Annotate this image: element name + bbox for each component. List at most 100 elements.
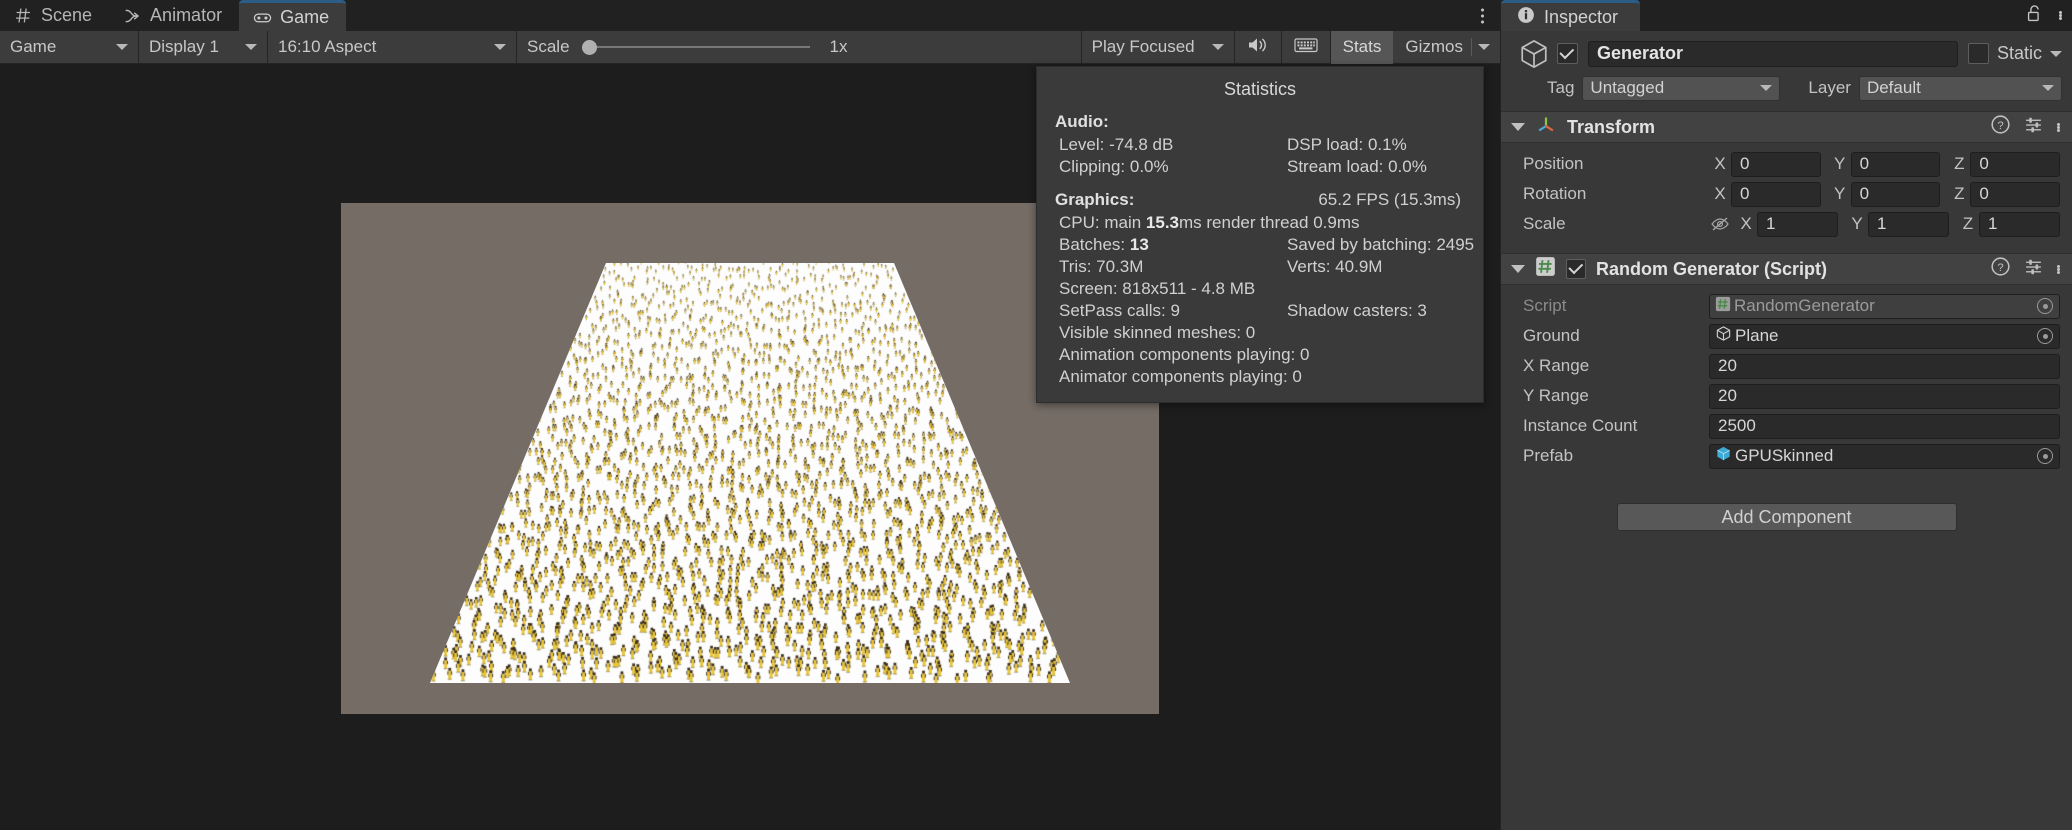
scale-x-field[interactable]: 1 xyxy=(1757,211,1838,237)
add-component-button[interactable]: Add Component xyxy=(1616,503,1957,531)
script-object-field: RandomGenerator xyxy=(1709,293,2060,319)
statistics-row: Visible skinned meshes: 0 xyxy=(1037,322,1483,344)
graphics-tris: Tris: 70.3M xyxy=(1059,257,1144,276)
y-range-field[interactable]: 20 xyxy=(1709,383,2060,409)
axis-label-x: X xyxy=(1714,154,1726,173)
object-picker-icon[interactable] xyxy=(2037,298,2053,314)
svg-text:?: ? xyxy=(1997,120,2003,132)
game-view-mode-dropdown[interactable]: Game xyxy=(0,31,138,64)
tab-inspector[interactable]: Inspector xyxy=(1501,0,1641,31)
graphics-skinned-meshes: Visible skinned meshes: 0 xyxy=(1059,323,1256,342)
chevron-down-icon[interactable] xyxy=(2050,50,2062,57)
transform-properties: Position X 0 Y 0 Z 0 Rotation X 0 Y 0 Z … xyxy=(1501,143,2072,247)
gameobject-name-value: Generator xyxy=(1597,43,1684,63)
tab-game-label: Game xyxy=(280,6,330,27)
axis-label-y: Y xyxy=(1851,214,1863,233)
graphics-animation-components: Animation components playing: 0 xyxy=(1059,345,1310,364)
layer-dropdown[interactable]: Default xyxy=(1858,75,2062,101)
scale-y-field[interactable]: 1 xyxy=(1868,211,1949,237)
statistics-row: Level: -74.8 dB DSP load: 0.1% xyxy=(1037,134,1483,156)
help-icon[interactable]: ? xyxy=(1991,257,2010,281)
x-range-field[interactable]: 20 xyxy=(1709,353,2060,379)
mute-audio-button[interactable] xyxy=(1235,31,1281,64)
statistics-row: Animator components playing: 0 xyxy=(1037,366,1483,388)
component-menu-icon[interactable] xyxy=(2057,264,2060,274)
svg-text:?: ? xyxy=(1997,262,2003,274)
layer-label: Layer xyxy=(1808,78,1851,97)
scale-control: Scale 1x xyxy=(517,31,858,64)
position-label: Position xyxy=(1523,154,1584,173)
input-debug-button[interactable] xyxy=(1282,31,1330,64)
ground-object-field[interactable]: Plane xyxy=(1709,323,2060,349)
audio-dsp-load: DSP load: 0.1% xyxy=(1287,135,1407,154)
gamepad-icon xyxy=(253,8,272,27)
position-x-field[interactable]: 0 xyxy=(1731,151,1821,177)
play-mode-dropdown[interactable]: Play Focused xyxy=(1082,31,1234,64)
aspect-ratio-dropdown[interactable]: 16:10 Aspect xyxy=(268,31,516,64)
game-panel-menu-icon[interactable] xyxy=(1481,8,1484,23)
rotation-y-field[interactable]: 0 xyxy=(1850,181,1941,207)
position-y-field[interactable]: 0 xyxy=(1850,151,1941,177)
scale-z-field[interactable]: 1 xyxy=(1979,211,2060,237)
scale-slider-handle[interactable] xyxy=(581,39,597,55)
component-header-random-generator[interactable]: Random Generator (Script) ? xyxy=(1501,253,2072,285)
speaker-icon xyxy=(1247,36,1269,59)
statistics-row: Screen: 818x511 - 4.8 MB xyxy=(1037,278,1483,300)
audio-clipping: Clipping: 0.0% xyxy=(1059,157,1169,176)
statistics-row: Animation components playing: 0 xyxy=(1037,344,1483,366)
layer-value: Default xyxy=(1866,78,1921,97)
axis-label-z: Z xyxy=(1962,214,1974,233)
gizmos-button[interactable]: Gizmos xyxy=(1393,31,1471,64)
component-menu-icon[interactable] xyxy=(2057,122,2060,132)
scale-slider-track xyxy=(581,46,810,48)
info-icon xyxy=(1517,6,1535,29)
stats-toggle-button[interactable]: Stats xyxy=(1330,30,1394,64)
chevron-down-icon xyxy=(1478,44,1490,50)
component-enabled-checkbox[interactable] xyxy=(1566,259,1586,279)
graphics-saved-by-batching: Saved by batching: 2495 xyxy=(1287,235,1475,254)
statistics-title: Statistics xyxy=(1223,79,1297,99)
gameobject-enabled-checkbox[interactable] xyxy=(1557,43,1578,64)
graphics-setpass-calls: SetPass calls: 9 xyxy=(1059,301,1180,320)
tab-scene-label: Scene xyxy=(41,5,93,25)
gizmos-dropdown-button[interactable] xyxy=(1472,31,1500,64)
add-component-label: Add Component xyxy=(1721,506,1852,527)
unity-editor-window: Scene Animator Game Game Display 1 16:10… xyxy=(0,0,2072,830)
constrain-proportions-off-icon[interactable] xyxy=(1709,216,1731,232)
statistics-audio-heading: Audio: xyxy=(1055,112,1109,131)
component-header-transform[interactable]: Transform ? xyxy=(1501,111,2072,143)
preset-icon[interactable] xyxy=(2024,115,2043,139)
tag-label: Tag xyxy=(1547,78,1575,97)
preset-icon[interactable] xyxy=(2024,257,2043,281)
statistics-row: Clipping: 0.0% Stream load: 0.0% xyxy=(1037,156,1483,178)
static-checkbox[interactable] xyxy=(1967,43,1989,64)
help-icon[interactable]: ? xyxy=(1991,115,2010,139)
instance-count-field[interactable]: 2500 xyxy=(1709,413,2060,439)
tab-scene[interactable]: Scene xyxy=(0,0,109,31)
gameobject-name-field[interactable]: Generator xyxy=(1588,40,1958,67)
foldout-triangle-icon[interactable] xyxy=(1511,265,1525,273)
tab-game[interactable]: Game xyxy=(239,0,347,31)
scale-label: Scale xyxy=(1523,214,1566,233)
property-row-ground: Ground Plane xyxy=(1501,321,2060,351)
play-mode-label: Play Focused xyxy=(1091,37,1195,56)
rotation-x-field[interactable]: 0 xyxy=(1731,181,1821,207)
foldout-triangle-icon[interactable] xyxy=(1511,123,1525,131)
inspector-menu-icon[interactable] xyxy=(2059,11,2062,20)
tag-value: Untagged xyxy=(1590,78,1665,97)
tag-dropdown[interactable]: Untagged xyxy=(1582,75,1781,101)
object-picker-icon[interactable] xyxy=(2037,328,2053,344)
chevron-down-icon xyxy=(116,44,128,50)
prefab-object-field[interactable]: GPUSkinned xyxy=(1709,443,2060,469)
display-dropdown[interactable]: Display 1 xyxy=(139,31,267,64)
object-picker-icon[interactable] xyxy=(2037,448,2053,464)
chevron-down-icon xyxy=(1211,44,1224,50)
scale-slider[interactable] xyxy=(581,31,810,64)
tab-animator[interactable]: Animator xyxy=(109,0,239,31)
chevron-down-icon xyxy=(245,44,257,50)
rotation-z-field[interactable]: 0 xyxy=(1970,181,2061,207)
position-z-field[interactable]: 0 xyxy=(1970,151,2061,177)
lock-open-icon[interactable] xyxy=(2026,4,2043,28)
inspector-tabstrip: Inspector xyxy=(1501,0,2072,31)
add-component-area: Add Component xyxy=(1501,479,2072,531)
